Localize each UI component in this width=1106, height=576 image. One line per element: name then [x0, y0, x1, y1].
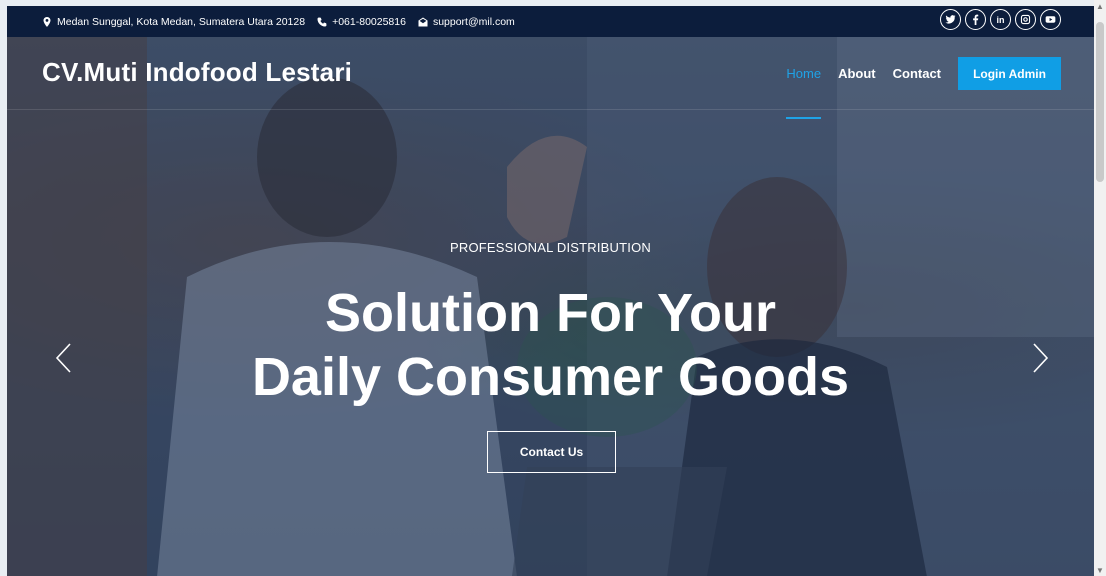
hero-carousel: CV.Muti Indofood Lestari Home About Cont…: [7, 37, 1094, 576]
contact-info: Medan Sunggal, Kota Medan, Sumatera Utar…: [7, 16, 515, 28]
chevron-right-icon: [1033, 343, 1049, 373]
hero-kicker: PROFESSIONAL DISTRIBUTION: [450, 240, 651, 255]
hero-headline-line1: Solution For Your: [325, 283, 776, 343]
hero-content: PROFESSIONAL DISTRIBUTION Solution For Y…: [7, 37, 1094, 576]
youtube-link[interactable]: [1040, 9, 1061, 30]
address-text: Medan Sunggal, Kota Medan, Sumatera Utar…: [57, 15, 306, 28]
social-links: in: [940, 9, 1061, 30]
facebook-icon: [973, 14, 979, 25]
linkedin-link[interactable]: in: [990, 9, 1011, 30]
carousel-next-button[interactable]: [1029, 340, 1053, 376]
twitter-icon: [945, 15, 956, 24]
browser-viewport: Medan Sunggal, Kota Medan, Sumatera Utar…: [7, 6, 1094, 576]
carousel-prev-button[interactable]: [51, 340, 75, 376]
phone-icon: [317, 17, 327, 26]
scroll-down-arrow-icon[interactable]: ▼: [1096, 566, 1104, 575]
scrollbar-thumb[interactable]: [1096, 22, 1104, 182]
envelope-open-icon: [418, 17, 428, 26]
instagram-icon: [1020, 14, 1031, 25]
hero-headline: Solution For Your Daily Consumer Goods: [7, 281, 1094, 409]
twitter-link[interactable]: [940, 9, 961, 30]
address-item: Medan Sunggal, Kota Medan, Sumatera Utar…: [42, 16, 305, 28]
hero-headline-line2: Daily Consumer Goods: [251, 347, 850, 407]
page-scrollbar[interactable]: ▲ ▼: [1094, 0, 1106, 576]
scroll-up-arrow-icon[interactable]: ▲: [1096, 2, 1104, 11]
top-contact-bar: Medan Sunggal, Kota Medan, Sumatera Utar…: [7, 6, 1094, 37]
linkedin-icon: in: [996, 14, 1005, 25]
location-pin-icon: [43, 16, 51, 27]
youtube-icon: [1045, 16, 1056, 23]
email-item[interactable]: support@mil.com: [418, 16, 515, 28]
email-text: support@mil.com: [432, 15, 515, 28]
phone-item[interactable]: +061-80025816: [317, 16, 406, 28]
instagram-link[interactable]: [1015, 9, 1036, 30]
chevron-left-icon: [55, 343, 71, 373]
contact-us-button[interactable]: Contact Us: [487, 431, 616, 473]
facebook-link[interactable]: [965, 9, 986, 30]
phone-text: +061-80025816: [332, 15, 406, 28]
